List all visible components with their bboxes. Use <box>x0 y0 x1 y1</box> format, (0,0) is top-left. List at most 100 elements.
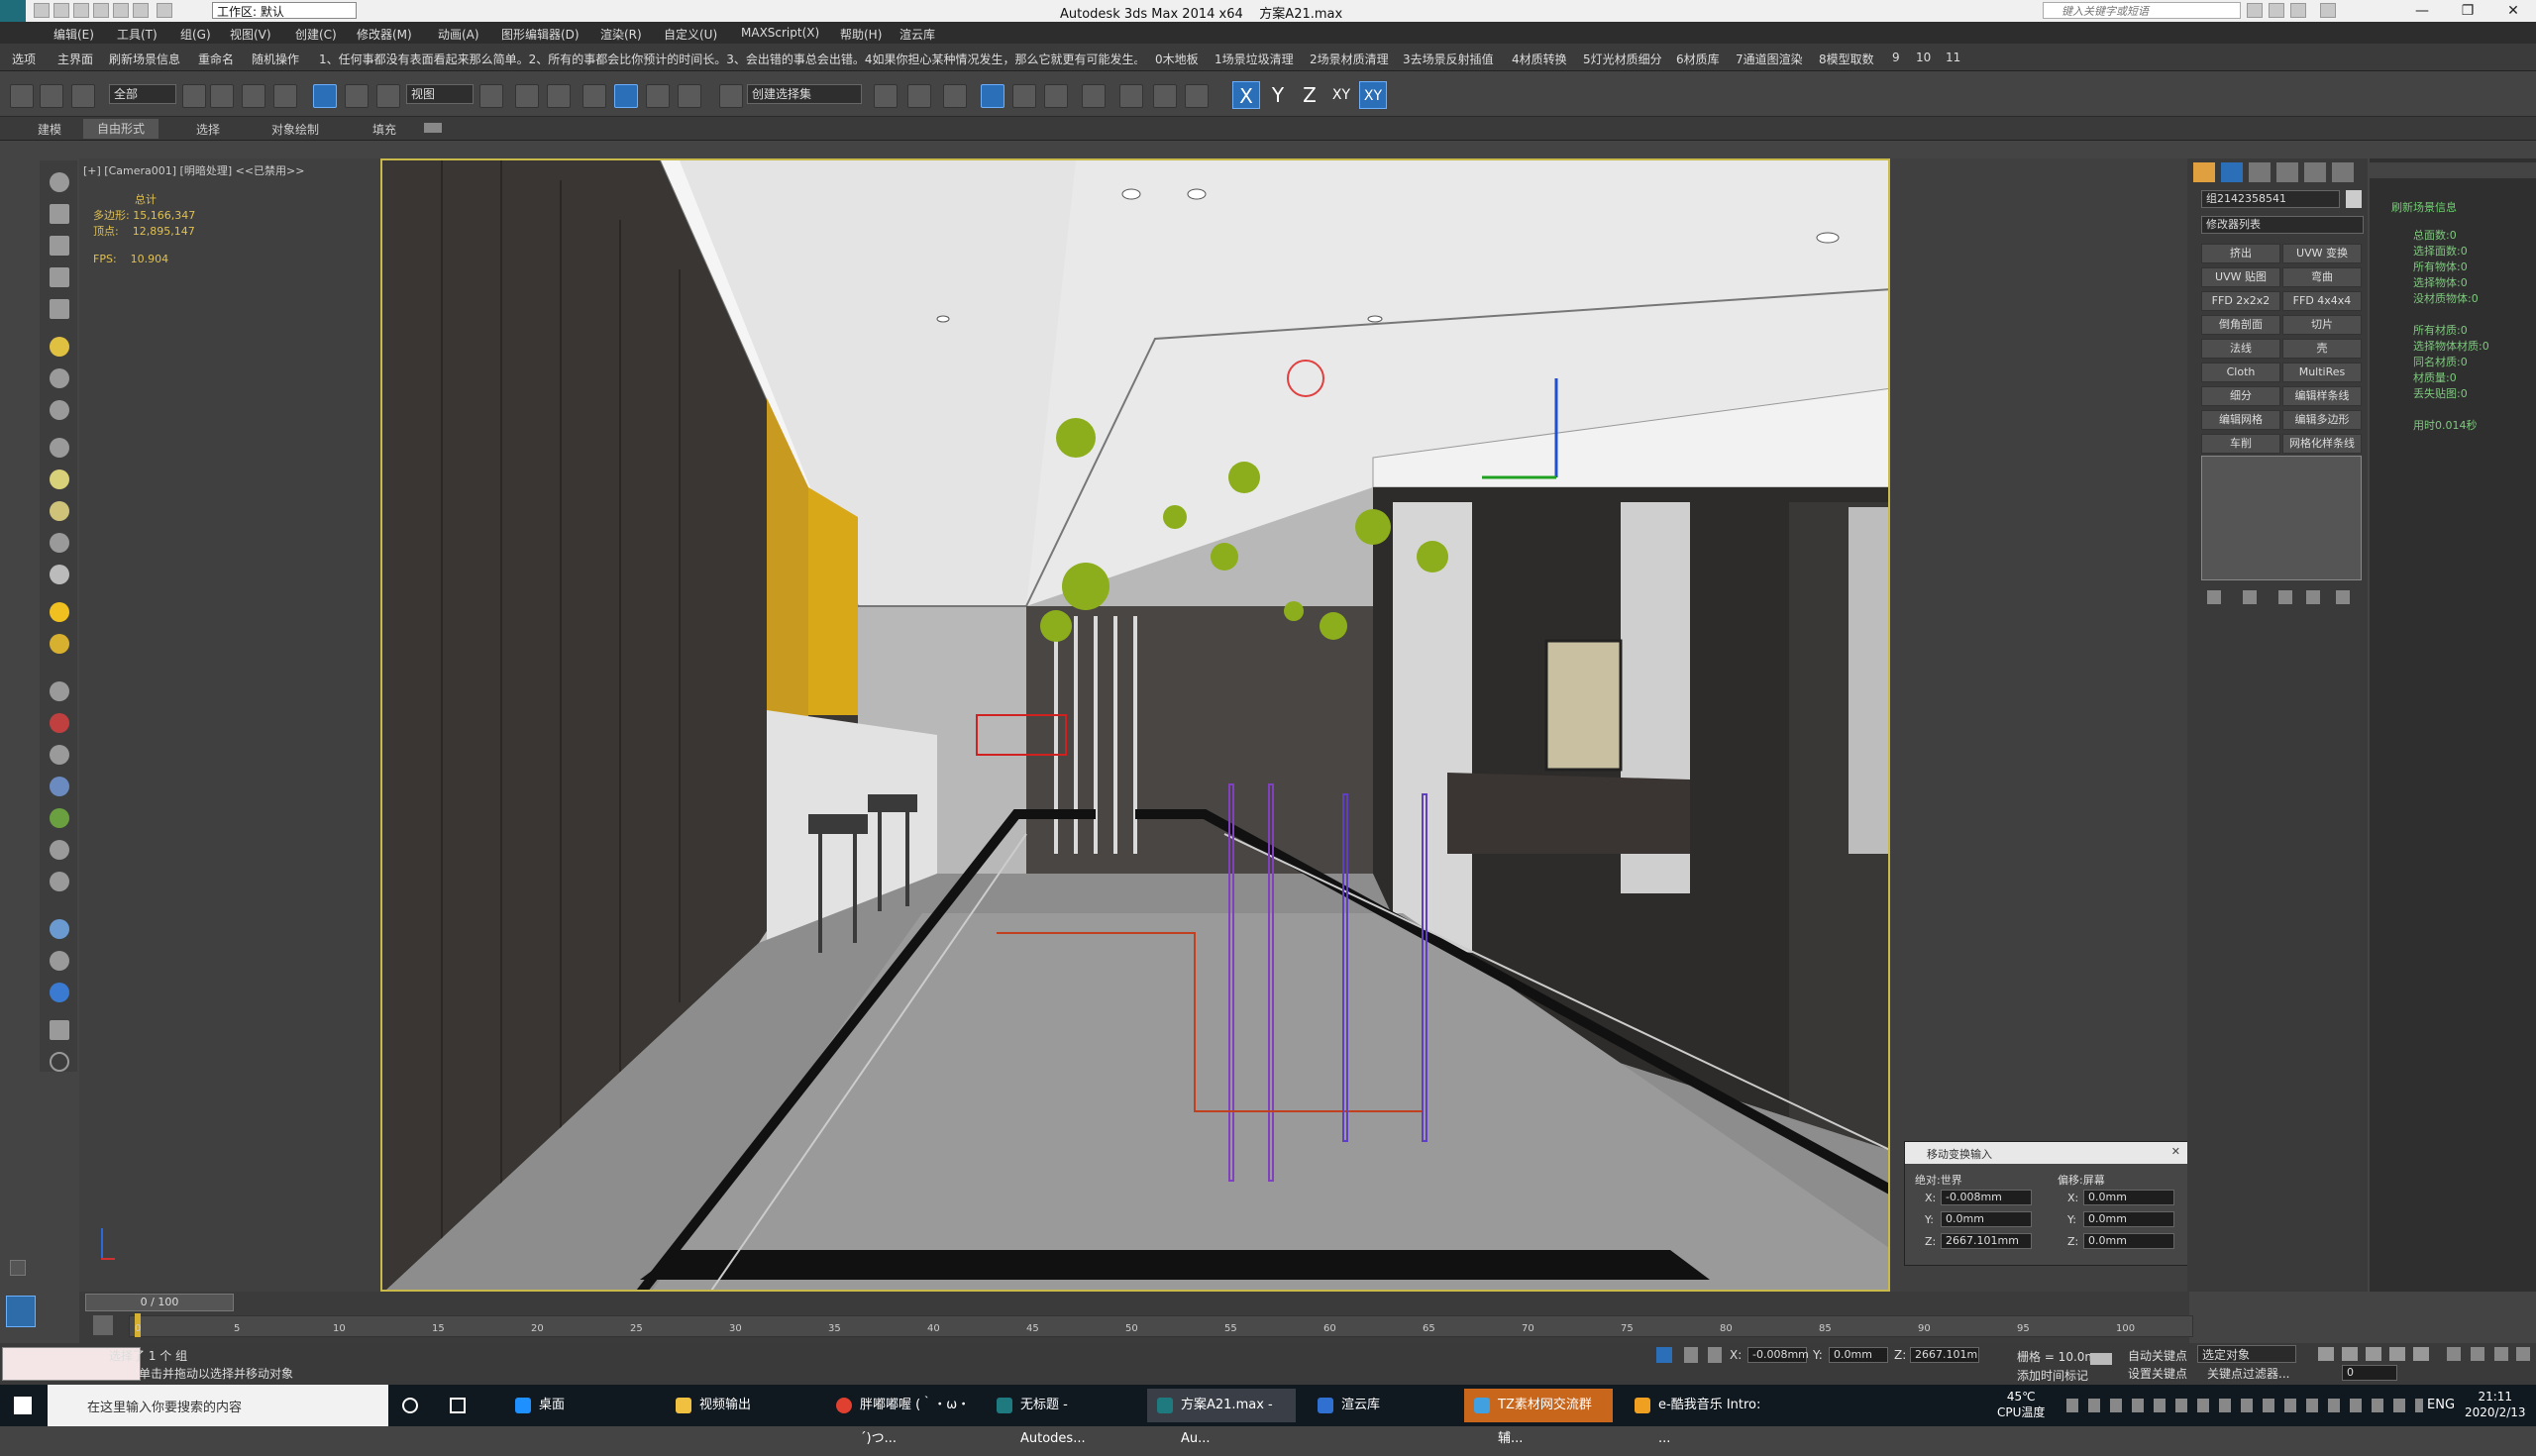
modifier-shell-button[interactable]: 壳 <box>2282 339 2362 359</box>
dialog-close-icon[interactable]: ✕ <box>2171 1145 2180 1158</box>
menu-group[interactable]: 组(G) <box>180 26 211 43</box>
render-sphere-icon[interactable] <box>50 919 69 939</box>
modifier-normal-button[interactable]: 法线 <box>2201 339 2280 359</box>
modifier-ffd2-button[interactable]: FFD 2x2x2 <box>2201 291 2280 311</box>
pin-stack-icon[interactable] <box>2207 590 2221 604</box>
cylinder-icon[interactable] <box>50 236 69 256</box>
grid-icon[interactable] <box>50 299 69 319</box>
taskbar-item-render-cloud[interactable]: 渲云库 <box>1308 1389 1456 1422</box>
rect-selection-icon[interactable] <box>242 84 265 108</box>
favorites-icon[interactable] <box>2290 3 2306 18</box>
utilities-tab-icon[interactable] <box>2332 162 2354 182</box>
offset-z-spinner[interactable]: 0.0mm <box>2083 1233 2174 1249</box>
mirror-icon[interactable] <box>874 84 898 108</box>
menu-help[interactable]: 帮助(H) <box>840 26 882 43</box>
zoom-icon[interactable] <box>2494 1347 2508 1361</box>
redo-icon[interactable] <box>113 3 129 18</box>
teapot-icon[interactable] <box>50 172 69 192</box>
create-tab-icon[interactable] <box>2193 162 2215 182</box>
cone-icon[interactable] <box>50 533 69 553</box>
script-model-number[interactable]: 8模型取数 <box>1819 51 1874 67</box>
goto-start-icon[interactable] <box>2318 1347 2334 1361</box>
absolute-mode-icon[interactable] <box>1708 1347 1722 1363</box>
helper-icon[interactable] <box>50 400 69 420</box>
globe-icon[interactable] <box>50 777 69 796</box>
script-random[interactable]: 随机操作 <box>252 51 299 67</box>
box-icon[interactable] <box>50 204 69 224</box>
start-icon[interactable] <box>14 1397 32 1414</box>
menu-customize[interactable]: 自定义(U) <box>664 26 717 43</box>
render-setup-icon[interactable] <box>1119 84 1143 108</box>
abs-x-spinner[interactable]: -0.008mm <box>1941 1190 2032 1205</box>
selection-filter-dropdown[interactable]: 全部 <box>109 84 176 104</box>
app-logo-icon[interactable] <box>0 0 26 22</box>
offset-y-spinner[interactable]: 0.0mm <box>2083 1211 2174 1227</box>
menu-graph-editors[interactable]: 图形编辑器(D) <box>501 26 580 43</box>
modifier-subdivide-button[interactable]: 细分 <box>2201 386 2280 406</box>
viewport-label[interactable]: [+] [Camera001] [明暗处理] <<已禁用>> <box>83 162 305 178</box>
abs-y-spinner[interactable]: 0.0mm <box>1941 1211 2032 1227</box>
menu-maxscript[interactable]: MAXScript(X) <box>741 26 819 40</box>
abs-z-spinner[interactable]: 2667.101mm <box>1941 1233 2032 1249</box>
axis-y-button[interactable]: Y <box>1264 81 1292 109</box>
axis-x-button[interactable]: X <box>1232 81 1260 109</box>
next-frame-icon[interactable] <box>2389 1347 2405 1361</box>
time-slider[interactable]: 0 / 100 <box>85 1294 234 1311</box>
plane-icon[interactable] <box>50 267 69 287</box>
hair-icon[interactable] <box>50 840 69 860</box>
script-channel-render[interactable]: 7通道图渲染 <box>1736 51 1803 67</box>
taskbar-item-desktop[interactable]: 桌面 <box>505 1389 654 1422</box>
biped-icon[interactable] <box>50 745 69 765</box>
remove-modifier-icon[interactable] <box>2306 590 2320 604</box>
edit-named-sel-icon[interactable] <box>719 84 743 108</box>
language-indicator[interactable]: ENG <box>2427 1398 2455 1412</box>
modifier-edit-spline-button[interactable]: 编辑样条线 <box>2282 386 2362 406</box>
menu-tools[interactable]: 工具(T) <box>117 26 158 43</box>
render-production-icon[interactable] <box>1185 84 1209 108</box>
configure-sets-icon[interactable] <box>2336 590 2350 604</box>
make-unique-icon[interactable] <box>2278 590 2292 604</box>
ribbon-tab-object-paint[interactable]: 对象绘制 <box>271 121 319 138</box>
task-view-icon[interactable] <box>450 1398 466 1413</box>
prev-frame-icon[interactable] <box>2342 1347 2358 1361</box>
key-icon[interactable] <box>2090 1353 2112 1365</box>
taskbar-item-tz-chat[interactable]: TZ素材网交流群辅... <box>1464 1389 1613 1446</box>
light-icon[interactable] <box>50 337 69 357</box>
pan-view-icon[interactable] <box>2447 1347 2461 1361</box>
angle-snap-icon[interactable] <box>614 84 638 108</box>
isolate-icon[interactable] <box>1656 1347 1672 1363</box>
clock[interactable]: 21:11 2020/2/13 <box>2465 1389 2526 1420</box>
scene-info-title[interactable]: 刷新场景信息 <box>2391 200 2536 216</box>
display-tab-icon[interactable] <box>2304 162 2326 182</box>
key-mode-dropdown[interactable]: 选定对象 <box>2197 1345 2296 1363</box>
foliage-icon[interactable] <box>50 808 69 828</box>
tray-icons[interactable] <box>2066 1399 2423 1412</box>
script-options[interactable]: 选项 <box>12 51 36 67</box>
move-transform-dialog[interactable]: 移动变换输入 ✕ 绝对:世界 偏移:屏幕 X: -0.008mm Y: 0.0m… <box>1904 1141 2191 1266</box>
menu-animation[interactable]: 动画(A) <box>438 26 479 43</box>
rendered-frame-icon[interactable] <box>1153 84 1177 108</box>
ribbon-tab-freeform[interactable]: 自由形式 <box>83 119 159 139</box>
maximize-viewport-icon[interactable] <box>2516 1347 2530 1361</box>
menu-create[interactable]: 创建(C) <box>295 26 337 43</box>
bone-icon[interactable] <box>50 681 69 701</box>
schematic-view-icon[interactable] <box>1044 84 1068 108</box>
object-name-input[interactable]: 组2142358541 <box>2201 190 2340 208</box>
menu-rendering[interactable]: 渲染(R) <box>600 26 642 43</box>
tube-icon[interactable] <box>50 469 69 489</box>
ribbon-tab-modeling[interactable]: 建模 <box>38 121 61 138</box>
script-light-subdivs[interactable]: 5灯光材质细分 <box>1583 51 1662 67</box>
script-material-convert[interactable]: 4材质转换 <box>1512 51 1567 67</box>
modifier-extrude-button[interactable]: 挤出 <box>2201 244 2280 263</box>
cortana-icon[interactable] <box>402 1398 418 1413</box>
script-reflection-interp[interactable]: 3去场景反射插值 <box>1403 51 1494 67</box>
maxscript-listener-icon[interactable] <box>6 1296 36 1327</box>
layer-manager-icon[interactable] <box>943 84 967 108</box>
help-icon[interactable] <box>2320 3 2336 18</box>
graphite-ribbon-icon[interactable] <box>981 84 1004 108</box>
modifier-uvw-xform-button[interactable]: UVW 变换 <box>2282 244 2362 263</box>
motion-tab-icon[interactable] <box>2276 162 2298 182</box>
taskbar-item-chrome[interactable]: 胖嘟嘟喔 (｀・ω・´)つ... <box>826 1389 975 1446</box>
percent-snap-icon[interactable] <box>646 84 670 108</box>
help-search-input[interactable]: 键入关键字或短语 <box>2043 2 2241 19</box>
